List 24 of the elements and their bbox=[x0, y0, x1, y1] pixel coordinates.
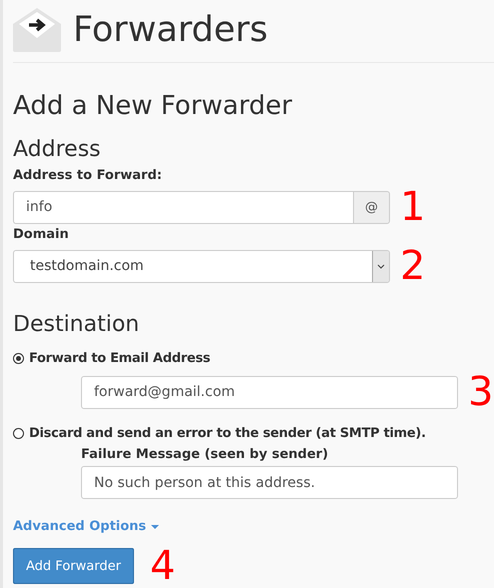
add-forwarder-button[interactable]: Add Forwarder bbox=[13, 548, 134, 584]
envelope-arrow-icon bbox=[13, 8, 61, 52]
step-number: 1 bbox=[400, 187, 426, 227]
field-label: Address to Forward: bbox=[13, 168, 163, 183]
field-label: Domain bbox=[13, 227, 70, 242]
step-number: 4 bbox=[150, 546, 176, 586]
domain-dropdown[interactable]: testdomain.com bbox=[13, 250, 390, 282]
at-addon: @ bbox=[353, 190, 390, 224]
section-heading: Destination bbox=[13, 312, 140, 337]
text-field[interactable]: No such person at this address. bbox=[81, 466, 458, 499]
step-number: 3 bbox=[468, 372, 494, 412]
page-title: Forwarders bbox=[73, 10, 268, 50]
radio-button[interactable] bbox=[13, 353, 24, 364]
radio-button[interactable] bbox=[13, 428, 24, 439]
caret-icon bbox=[151, 524, 160, 528]
radio-label[interactable]: Forward to Email Address bbox=[29, 351, 210, 366]
field-label: Failure Message (seen by sender) bbox=[81, 447, 328, 462]
chevron-down-icon bbox=[377, 264, 385, 268]
address-field[interactable]: info bbox=[13, 190, 353, 224]
section-heading: Address bbox=[13, 137, 102, 162]
radio-label[interactable]: Discard and send an error to the sender (at SMTP time). bbox=[29, 426, 426, 441]
form-heading: Add a New Forwarder bbox=[13, 91, 294, 121]
step-number: 2 bbox=[400, 246, 426, 286]
text-field[interactable]: forward@gmail.com bbox=[81, 376, 458, 408]
